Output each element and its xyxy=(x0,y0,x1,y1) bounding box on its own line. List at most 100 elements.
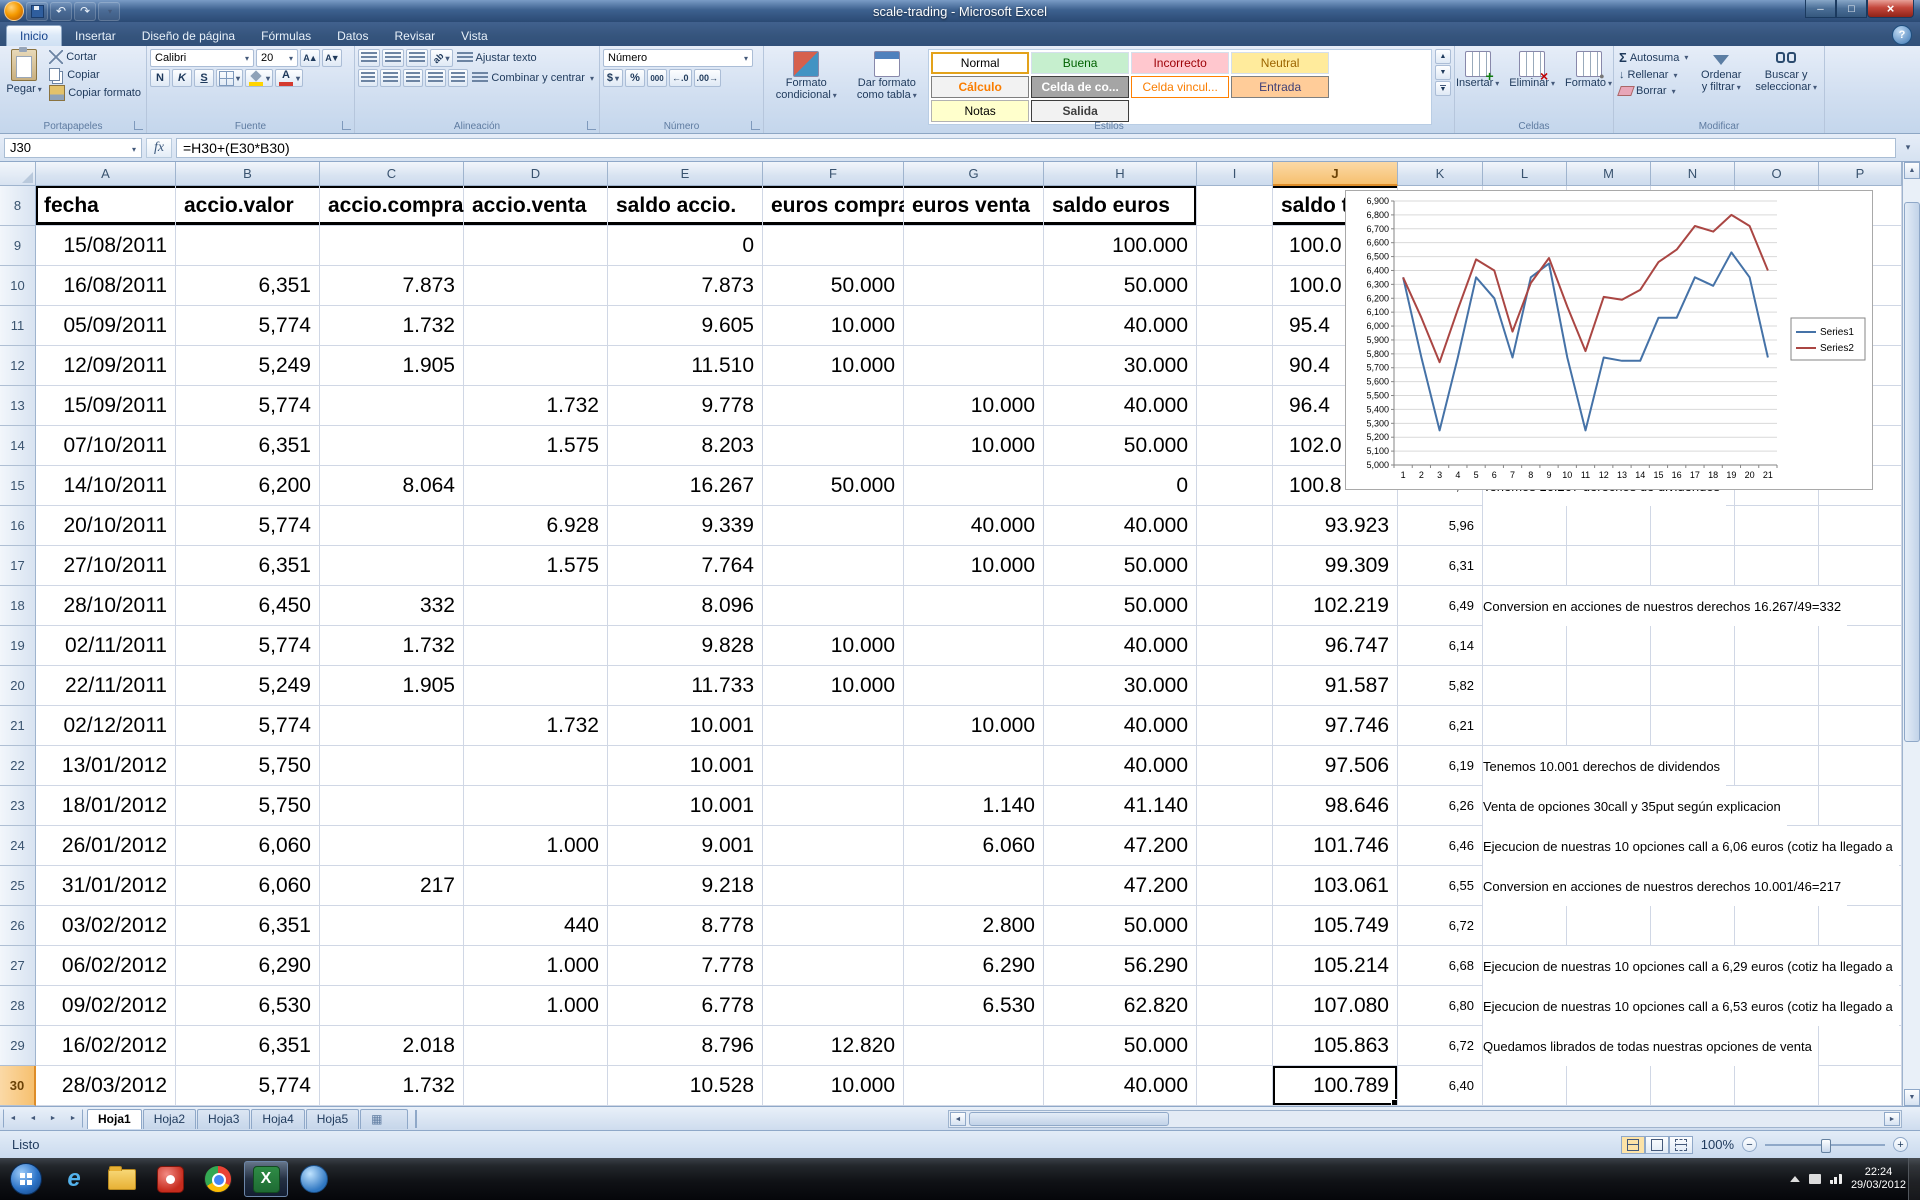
cell-F19[interactable]: 10.000 xyxy=(763,626,904,666)
cell-M26[interactable] xyxy=(1567,906,1651,946)
cell-A14[interactable]: 07/10/2011 xyxy=(36,426,176,466)
cell-M21[interactable] xyxy=(1567,706,1651,746)
cell-H16[interactable]: 40.000 xyxy=(1044,506,1197,546)
taskbar-item-explorer[interactable] xyxy=(100,1161,144,1197)
cell-H22[interactable]: 40.000 xyxy=(1044,746,1197,786)
cell-J17[interactable]: 99.309 xyxy=(1273,546,1398,586)
cell-B10[interactable]: 6,351 xyxy=(176,266,320,306)
cell-P17[interactable] xyxy=(1819,546,1902,586)
cell-F23[interactable] xyxy=(763,786,904,826)
cell-D11[interactable] xyxy=(464,306,608,346)
cell-H17[interactable]: 50.000 xyxy=(1044,546,1197,586)
cell-K28[interactable]: 6,80 xyxy=(1398,986,1483,1026)
zoom-level[interactable]: 100% xyxy=(1701,1137,1734,1152)
cell-B27[interactable]: 6,290 xyxy=(176,946,320,986)
cell-K21[interactable]: 6,21 xyxy=(1398,706,1483,746)
row-header-19[interactable]: 19 xyxy=(0,626,36,666)
row-header-22[interactable]: 22 xyxy=(0,746,36,786)
cell-D14[interactable]: 1.575 xyxy=(464,426,608,466)
row-header-27[interactable]: 27 xyxy=(0,946,36,986)
comma-style-button[interactable]: 000 xyxy=(647,69,667,87)
cell-I17[interactable] xyxy=(1197,546,1273,586)
column-header-C[interactable]: C xyxy=(320,162,464,186)
row-header-21[interactable]: 21 xyxy=(0,706,36,746)
cell-E30[interactable]: 10.528 xyxy=(608,1066,763,1106)
font-color-button[interactable] xyxy=(275,69,303,87)
cell-B21[interactable]: 5,774 xyxy=(176,706,320,746)
cell-B23[interactable]: 5,750 xyxy=(176,786,320,826)
cell-H20[interactable]: 30.000 xyxy=(1044,666,1197,706)
cell-A30[interactable]: 28/03/2012 xyxy=(36,1066,176,1106)
fill-color-button[interactable] xyxy=(245,69,273,87)
fill-button[interactable]: Rellenar xyxy=(1617,68,1691,82)
cell-B16[interactable]: 5,774 xyxy=(176,506,320,546)
font-size-select[interactable]: 20 xyxy=(256,49,298,67)
cell-E24[interactable]: 9.001 xyxy=(608,826,763,866)
decrease-indent-button[interactable] xyxy=(425,69,445,87)
cell-J18[interactable]: 102.219 xyxy=(1273,586,1398,626)
cell-O17[interactable] xyxy=(1735,546,1819,586)
cell-style-entrada[interactable]: Entrada xyxy=(1231,76,1329,98)
show-hidden-icons-chevron[interactable] xyxy=(1790,1176,1800,1182)
embedded-chart[interactable]: 5,0005,1005,2005,3005,4005,5005,6005,700… xyxy=(1345,190,1873,490)
cell-note-23[interactable]: Venta de opciones 30call y 35put según e… xyxy=(1483,786,1787,826)
cell-F17[interactable] xyxy=(763,546,904,586)
cell-K18[interactable]: 6,49 xyxy=(1398,586,1483,626)
row-header-11[interactable]: 11 xyxy=(0,306,36,346)
cell-P16[interactable] xyxy=(1819,506,1902,546)
cell-O20[interactable] xyxy=(1735,666,1819,706)
row-header-29[interactable]: 29 xyxy=(0,1026,36,1066)
cell-F25[interactable] xyxy=(763,866,904,906)
cell-K26[interactable]: 6,72 xyxy=(1398,906,1483,946)
cell-B26[interactable]: 6,351 xyxy=(176,906,320,946)
cell-G17[interactable]: 10.000 xyxy=(904,546,1044,586)
zoom-slider-thumb[interactable] xyxy=(1821,1139,1831,1153)
cell-F16[interactable] xyxy=(763,506,904,546)
cell-I19[interactable] xyxy=(1197,626,1273,666)
cell-L19[interactable] xyxy=(1483,626,1567,666)
cell-H14[interactable]: 50.000 xyxy=(1044,426,1197,466)
row-header-28[interactable]: 28 xyxy=(0,986,36,1026)
cell-C11[interactable]: 1.732 xyxy=(320,306,464,346)
percent-style-button[interactable]: % xyxy=(625,69,645,87)
align-middle-button[interactable] xyxy=(382,49,404,67)
cell-G30[interactable] xyxy=(904,1066,1044,1106)
cell-H18[interactable]: 50.000 xyxy=(1044,586,1197,626)
cell-C14[interactable] xyxy=(320,426,464,466)
cell-D15[interactable] xyxy=(464,466,608,506)
cell-D13[interactable]: 1.732 xyxy=(464,386,608,426)
cell-K30[interactable]: 6,40 xyxy=(1398,1066,1483,1106)
cell-B28[interactable]: 6,530 xyxy=(176,986,320,1026)
column-header-E[interactable]: E xyxy=(608,162,763,186)
cell-P29[interactable] xyxy=(1819,1026,1902,1066)
cell-I13[interactable] xyxy=(1197,386,1273,426)
network-icon[interactable] xyxy=(1830,1174,1842,1184)
cell-E23[interactable]: 10.001 xyxy=(608,786,763,826)
cell-C17[interactable] xyxy=(320,546,464,586)
cell-D18[interactable] xyxy=(464,586,608,626)
cell-G22[interactable] xyxy=(904,746,1044,786)
cell-A27[interactable]: 06/02/2012 xyxy=(36,946,176,986)
ribbon-tab-insertar[interactable]: Insertar xyxy=(62,26,129,46)
zoom-in-button[interactable] xyxy=(1893,1137,1908,1152)
cell-C19[interactable]: 1.732 xyxy=(320,626,464,666)
clear-button[interactable]: Borrar xyxy=(1617,84,1691,98)
column-header-B[interactable]: B xyxy=(176,162,320,186)
cell-C23[interactable] xyxy=(320,786,464,826)
cell-P22[interactable] xyxy=(1819,746,1902,786)
cell-E8[interactable]: saldo accio. xyxy=(608,186,763,226)
insert-cells-button[interactable]: Insertar xyxy=(1452,49,1503,92)
cell-F10[interactable]: 50.000 xyxy=(763,266,904,306)
column-header-L[interactable]: L xyxy=(1483,162,1567,186)
row-header-9[interactable]: 9 xyxy=(0,226,36,266)
name-box[interactable]: J30 xyxy=(4,138,142,158)
cell-note-24[interactable]: Ejecucion de nuestras 10 opciones call a… xyxy=(1483,826,1899,866)
cell-K22[interactable]: 6,19 xyxy=(1398,746,1483,786)
cell-M16[interactable] xyxy=(1567,506,1651,546)
cell-I24[interactable] xyxy=(1197,826,1273,866)
cell-E16[interactable]: 9.339 xyxy=(608,506,763,546)
dialog-launcher-icon[interactable] xyxy=(134,121,143,130)
column-header-J[interactable]: J xyxy=(1273,162,1398,186)
insert-worksheet-button[interactable]: ▦ xyxy=(360,1109,408,1129)
cell-N20[interactable] xyxy=(1651,666,1735,706)
